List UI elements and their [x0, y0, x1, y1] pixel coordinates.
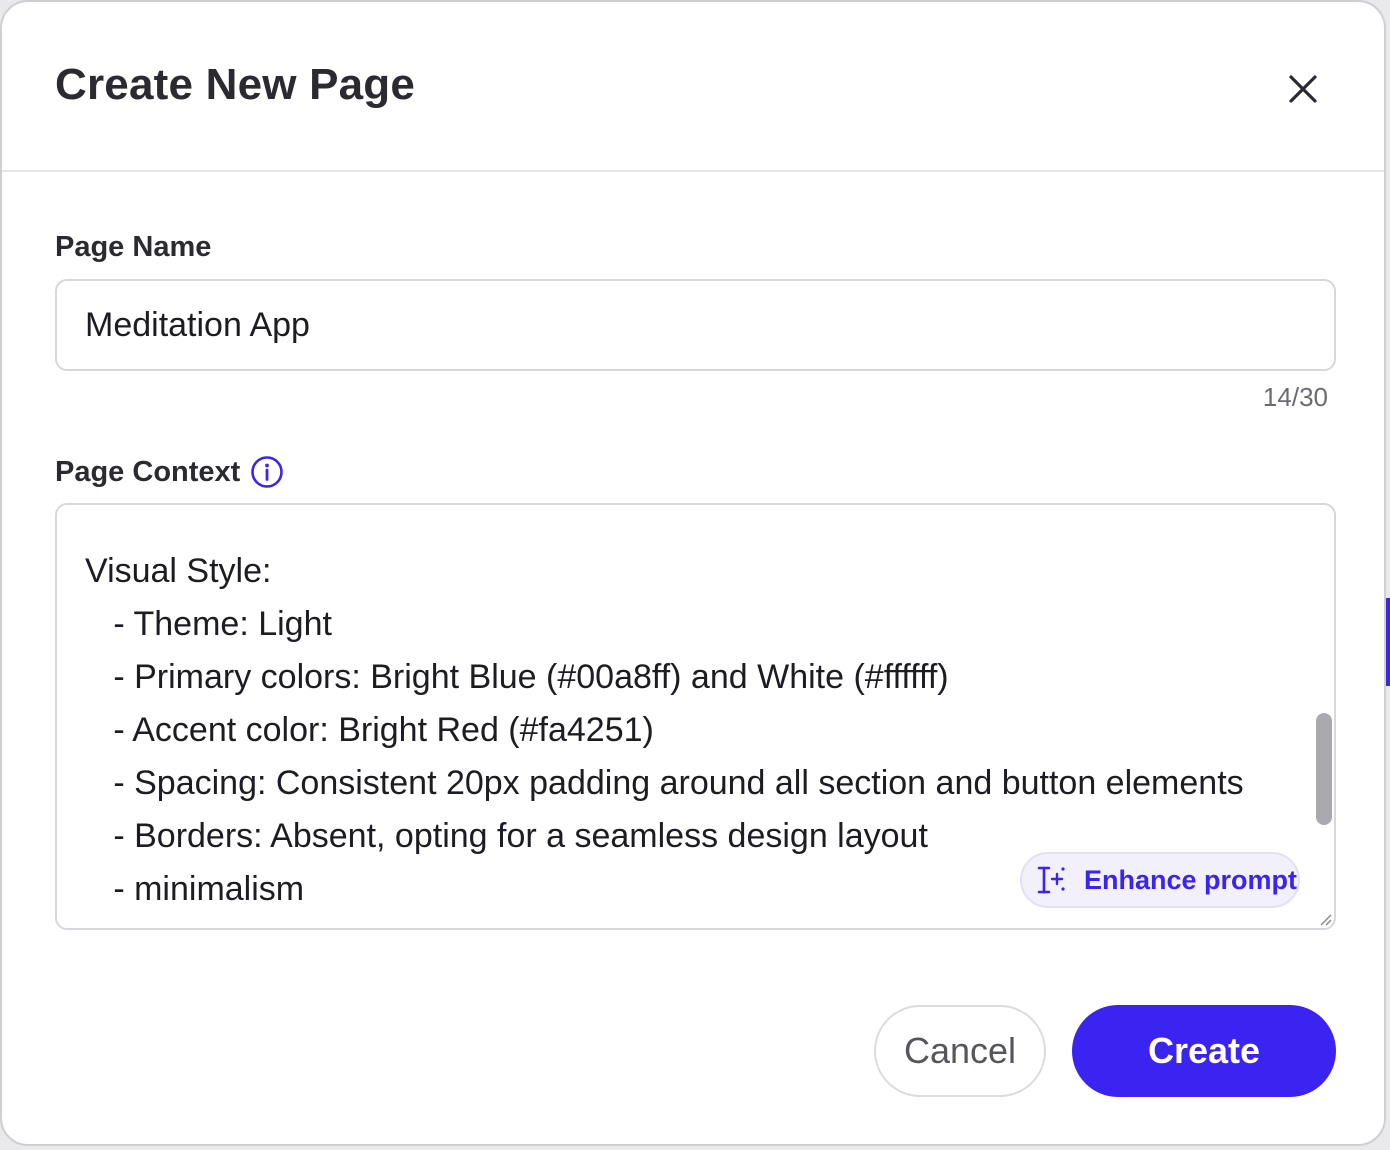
dialog-header: Create New Page	[2, 2, 1384, 172]
create-page-dialog: Create New Page Page Name 14/30 Page Con…	[0, 0, 1386, 1146]
create-button[interactable]: Create	[1072, 1005, 1336, 1097]
text-cursor-sparkle-icon	[1037, 866, 1065, 894]
close-button[interactable]	[1278, 64, 1328, 114]
background-accent	[1386, 598, 1390, 686]
dialog-title: Create New Page	[55, 60, 416, 109]
page-context-label: Page Context	[55, 455, 241, 488]
enhance-prompt-label: Enhance prompt	[1084, 864, 1298, 895]
page-name-label: Page Name	[55, 231, 212, 263]
page-context-label-row: Page Context	[55, 455, 284, 489]
enhance-prompt-button[interactable]: Enhance prompt	[1020, 852, 1300, 908]
textarea-scrollbar[interactable]	[1316, 713, 1332, 825]
page-name-input[interactable]	[55, 279, 1336, 371]
resize-handle-icon[interactable]	[1318, 912, 1332, 926]
info-icon[interactable]	[250, 455, 284, 489]
close-icon	[1289, 75, 1317, 103]
char-counter: 14/30	[1262, 382, 1328, 412]
cancel-button[interactable]: Cancel	[874, 1005, 1046, 1097]
